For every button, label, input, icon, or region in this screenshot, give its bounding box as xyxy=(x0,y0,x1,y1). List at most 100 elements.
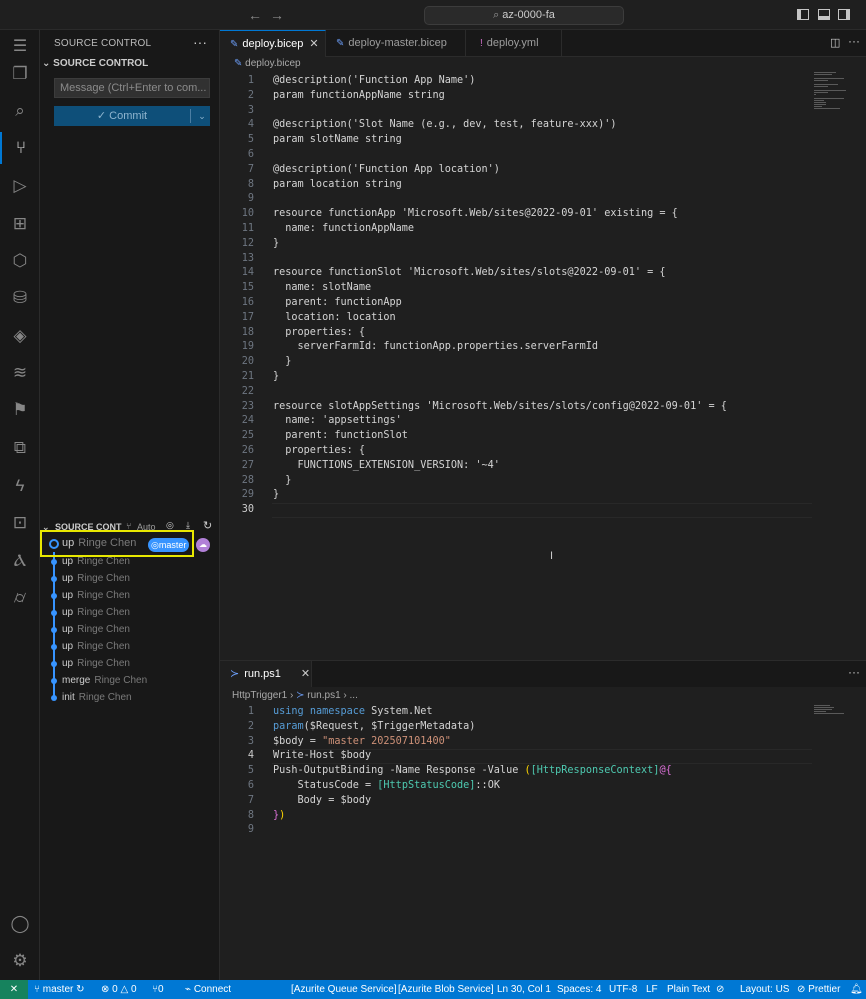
azure-icon[interactable]: Ⲁ xyxy=(0,545,40,577)
tab-deploy-master-bicep[interactable]: ✎ deploy-master.bicep xyxy=(326,30,466,57)
gear-icon[interactable]: ⚙ xyxy=(0,945,40,977)
tab-deploy-bicep[interactable]: ✎ deploy.bicep ✕ xyxy=(220,30,326,57)
breadcrumb[interactable]: ✎ deploy.bicep xyxy=(234,58,301,69)
refresh-icon[interactable]: ↻ xyxy=(203,519,212,532)
graph-row[interactable]: init Ringe Chen xyxy=(40,690,220,707)
command-center-search[interactable]: ⌕ az-0000-fa xyxy=(424,6,624,25)
box-icon[interactable]: ⬡ xyxy=(0,245,40,277)
graph-row[interactable]: up Ringe Chen xyxy=(40,656,220,673)
code-line: param location string xyxy=(273,178,402,190)
problems-status[interactable]: ⊗ 0 △ 0 xyxy=(101,980,137,999)
graph-dot xyxy=(51,627,57,633)
source-control-icon[interactable]: ⑂ xyxy=(0,132,40,164)
line-number: 9 xyxy=(247,193,254,205)
line-number: 10 xyxy=(241,208,254,220)
plug-icon: ⌁ xyxy=(185,984,194,995)
stack-icon[interactable]: ≋ xyxy=(0,357,40,389)
powershell-icon: ≻ xyxy=(296,690,308,701)
line-number: 5 xyxy=(247,134,254,146)
line-number: 3 xyxy=(247,735,254,747)
function-box-icon[interactable]: ⊡ xyxy=(0,507,40,539)
code-area[interactable]: 1 2 3 4 5 6 7 8 9 using namespace System… xyxy=(220,705,866,845)
minimap[interactable] xyxy=(814,72,846,110)
text-cursor-icon: I xyxy=(550,550,554,562)
files-icon[interactable]: ❐ xyxy=(0,58,40,90)
code-line: param slotName string xyxy=(273,134,402,146)
code-line: } xyxy=(273,356,292,368)
close-icon[interactable]: ✕ xyxy=(309,38,318,50)
tab-run-ps1[interactable]: ≻ run.ps1 ✕ xyxy=(220,661,312,687)
line-number: 14 xyxy=(241,267,254,279)
toggle-sidebar-icon[interactable] xyxy=(797,9,809,20)
graph-row[interactable]: merge Ringe Chen xyxy=(40,673,220,690)
commit-button[interactable]: ✓ Commit ⌄ xyxy=(54,106,210,126)
code-line: location: location xyxy=(273,311,396,323)
keyboard-layout-status[interactable]: Layout: US xyxy=(740,980,789,999)
function-icon[interactable]: ϟ xyxy=(0,470,40,502)
connect-status[interactable]: ⌁ Connect xyxy=(185,980,231,999)
line-number: 8 xyxy=(247,178,254,190)
graph-dot xyxy=(51,644,57,650)
more-actions-icon[interactable]: ··· xyxy=(848,34,860,48)
line-number: 28 xyxy=(241,474,254,486)
forward-arrow-icon[interactable]: → xyxy=(270,7,284,23)
source-control-section-header[interactable]: ⌄ SOURCE CONTROL xyxy=(42,58,148,69)
encoding-status[interactable]: UTF-8 xyxy=(609,980,637,999)
remote-indicator-icon[interactable]: ✕ xyxy=(0,980,28,999)
line-number: 20 xyxy=(241,356,254,368)
cursor-position-status[interactable]: Ln 30, Col 1 xyxy=(497,980,551,999)
graph-row[interactable]: up Ringe Chen xyxy=(40,622,220,639)
code-line: serverFarmId: functionApp.properties.ser… xyxy=(273,341,599,353)
line-number: 8 xyxy=(247,809,254,821)
azurite-blob-status[interactable]: [Azurite Blob Service] xyxy=(398,980,494,999)
graph-row[interactable]: up Ringe Chen xyxy=(40,605,220,622)
toggle-secondary-sidebar-icon[interactable] xyxy=(838,9,850,20)
graph-row[interactable]: up Ringe Chen xyxy=(40,639,220,656)
chevron-down-icon[interactable]: ⌄ xyxy=(194,106,210,126)
notifications-icon[interactable]: 🔔︎ xyxy=(850,980,863,999)
more-actions-icon[interactable]: ··· xyxy=(193,34,207,50)
bicep-file-icon: ✎ xyxy=(336,38,345,49)
warning-icon: △ xyxy=(117,984,131,995)
code-line: FUNCTIONS_EXTENSION_VERSION: '~4' xyxy=(273,459,500,471)
line-number: 6 xyxy=(247,780,254,791)
prettier-status[interactable]: ⊘ Prettier xyxy=(797,980,840,999)
copilot-icon[interactable]: ⊘ xyxy=(716,980,724,999)
close-icon[interactable]: ✕ xyxy=(301,668,310,680)
status-bar: ✕ ⑂ master ↻ ⊗ 0 △ 0 ⑂0 ⌁ Connect [Azuri… xyxy=(0,980,866,999)
language-status[interactable]: Plain Text xyxy=(667,980,710,999)
code-line: name: functionAppName xyxy=(273,223,415,234)
code-line: parent: functionSlot xyxy=(273,430,408,442)
remote-icon[interactable]: ⧉ xyxy=(0,432,40,464)
tab-deploy-yml[interactable]: ! deploy.yml xyxy=(466,30,562,57)
indentation-status[interactable]: Spaces: 4 xyxy=(557,980,601,999)
more-actions-icon[interactable]: ··· xyxy=(848,665,860,679)
breadcrumb[interactable]: HttpTrigger1 › ≻ run.ps1 › ... xyxy=(232,690,358,701)
graph-row[interactable]: up Ringe Chen xyxy=(40,588,220,605)
title-bar: ← → ⌕ az-0000-fa xyxy=(0,0,866,30)
layers-icon[interactable]: ◈ xyxy=(0,320,40,352)
account-icon[interactable]: ◯ xyxy=(0,908,40,940)
graph-row[interactable]: up Ringe Chen xyxy=(40,571,220,588)
extensions-icon[interactable]: ⊞ xyxy=(0,208,40,240)
ports-status[interactable]: ⑂0 xyxy=(152,980,164,999)
azurite-queue-status[interactable]: [Azurite Queue Service] xyxy=(291,980,397,999)
minimap[interactable] xyxy=(814,705,846,715)
flow-icon[interactable]: ⚑ xyxy=(0,394,40,426)
toggle-panel-icon[interactable] xyxy=(818,9,830,20)
branch-status[interactable]: ⑂ master ↻ xyxy=(34,980,85,999)
graph-dot xyxy=(51,576,57,582)
database-icon[interactable]: ⛁ xyxy=(0,282,40,314)
cylinder-icon[interactable]: ⌭ xyxy=(0,582,40,614)
run-debug-icon[interactable]: ▷ xyxy=(0,170,40,202)
code-line: Write-Host $body xyxy=(273,750,372,762)
search-icon[interactable]: ⌕ xyxy=(0,95,40,127)
code-line: param functionAppName string xyxy=(273,89,445,101)
chevron-down-icon: ⌄ xyxy=(42,58,54,69)
commit-message-input[interactable]: Message (Ctrl+Enter to com... xyxy=(54,78,210,98)
split-editor-icon[interactable]: ◫ xyxy=(830,36,840,49)
eol-status[interactable]: LF xyxy=(646,980,658,999)
code-line: properties: { xyxy=(273,445,366,456)
code-line: properties: { xyxy=(273,326,366,338)
back-arrow-icon[interactable]: ← xyxy=(248,7,262,23)
